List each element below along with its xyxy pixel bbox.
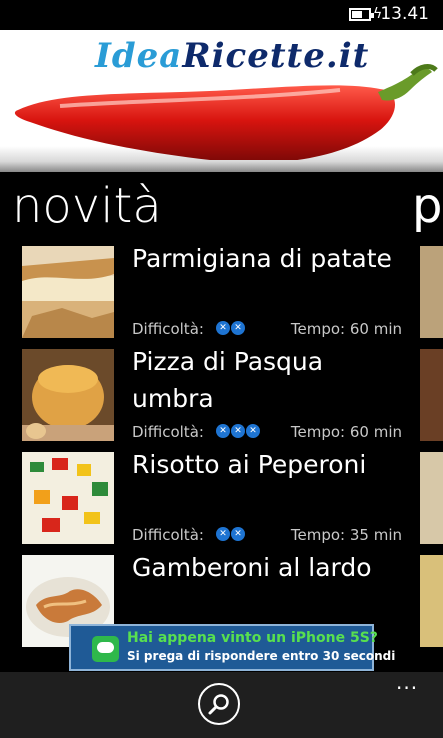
recipe-meta: Difficoltà: ✕ ✕ ✕ Tempo: 60 min (132, 423, 402, 441)
search-icon (208, 694, 229, 715)
recipe-title: Pizza di Pasqua umbra (132, 347, 324, 413)
difficulty-tools-icon: ✕ ✕ (216, 527, 245, 541)
more-button[interactable]: ... (396, 672, 418, 692)
chili-pepper-image (14, 64, 438, 160)
recipe-meta: Difficoltà: ✕ ✕ Tempo: 35 min (132, 526, 402, 544)
ad-subline: Si prega di rispondere entro 30 secondi (127, 649, 396, 663)
recipe-item[interactable]: Parmigiana di patate Difficoltà: ✕ ✕ Temp… (22, 244, 402, 349)
recipe-thumbnail (22, 349, 114, 441)
recipe-list: Parmigiana di patate Difficoltà: ✕ ✕ Temp… (22, 244, 402, 658)
recipe-item[interactable]: Pizza di Pasqua umbra Difficoltà: ✕ ✕ ✕ Te… (22, 347, 402, 452)
next-panel-thumbnails (420, 246, 443, 658)
battery-icon (349, 8, 374, 21)
ad-banner[interactable]: Hai appena vinto un iPhone 5S? Si prega … (69, 624, 395, 671)
recipe-thumbnail (22, 246, 114, 338)
recipe-title: Gamberoni al lardo (132, 553, 372, 582)
search-button[interactable] (198, 683, 240, 725)
app-bar: ... (0, 672, 443, 738)
clock: 13.41 (380, 4, 429, 24)
next-section-peek[interactable]: p (412, 176, 442, 236)
difficulty-tools-icon: ✕ ✕ ✕ (216, 424, 260, 438)
recipe-meta: Difficoltà: ✕ ✕ Tempo: 60 min (132, 320, 402, 338)
recipe-title: Parmigiana di patate (132, 244, 392, 273)
recipe-item[interactable]: Risotto ai Peperoni Difficoltà: ✕ ✕ Tempo… (22, 450, 402, 555)
section-heading: novità (12, 178, 162, 234)
difficulty-tools-icon: ✕ ✕ (216, 321, 245, 335)
ad-headline: Hai appena vinto un iPhone 5S? (127, 630, 378, 646)
recipe-thumbnail (22, 452, 114, 544)
app-banner: IdeaRicette.it (0, 30, 443, 172)
recipe-title: Risotto ai Peperoni (132, 450, 367, 479)
status-bar: ϟ 13.41 (0, 0, 443, 30)
message-icon (92, 636, 119, 662)
